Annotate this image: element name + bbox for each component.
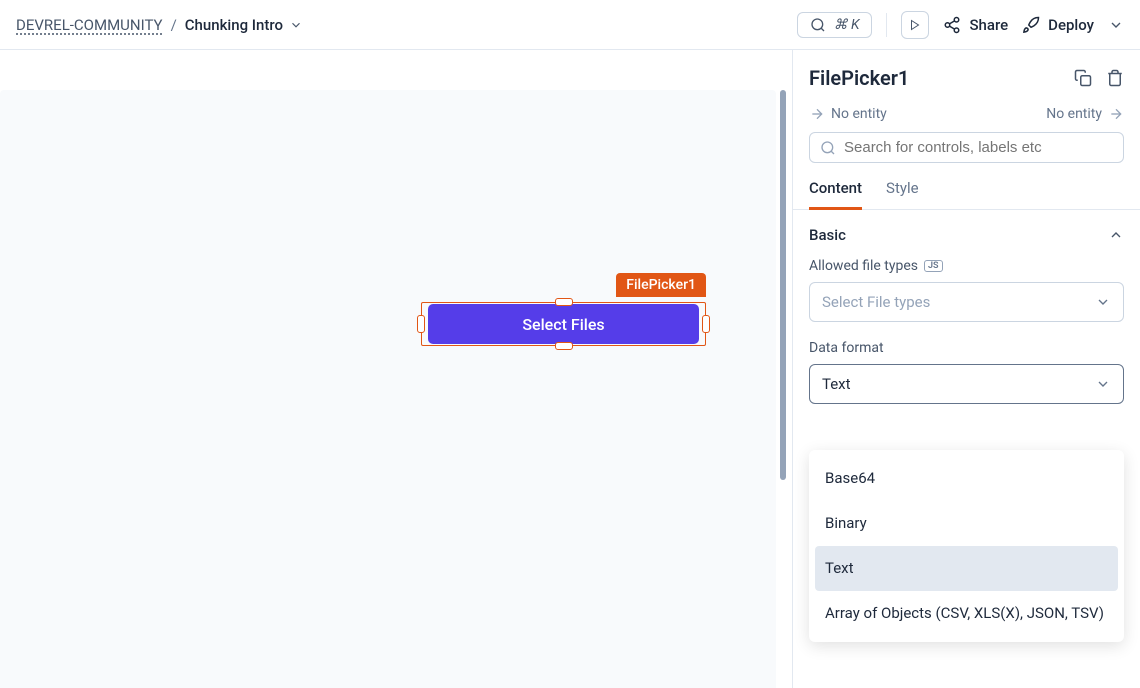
filepicker-widget[interactable]: FilePicker1 Select Files xyxy=(421,302,706,346)
arrow-right-icon xyxy=(809,106,825,122)
tab-content[interactable]: Content xyxy=(809,179,862,210)
play-icon xyxy=(909,19,921,31)
arrow-right-icon xyxy=(1108,106,1124,122)
data-format-value: Text xyxy=(822,375,851,393)
run-button[interactable] xyxy=(901,11,929,39)
canvas[interactable]: FilePicker1 Select Files xyxy=(0,50,792,688)
panel-search[interactable] xyxy=(809,132,1124,163)
header-bar: DEVREL-COMMUNITY / Chunking Intro ⌘ K Sh… xyxy=(0,0,1140,50)
chevron-down-icon xyxy=(1095,376,1111,392)
next-entity-label: No entity xyxy=(1046,106,1102,122)
copy-icon[interactable] xyxy=(1074,69,1092,87)
divider xyxy=(886,13,887,37)
breadcrumb: DEVREL-COMMUNITY / Chunking Intro xyxy=(16,16,303,34)
share-icon xyxy=(943,16,961,34)
dropdown-option-binary[interactable]: Binary xyxy=(815,501,1118,546)
page-title-dropdown[interactable]: Chunking Intro xyxy=(185,16,303,34)
select-files-button[interactable]: Select Files xyxy=(428,304,699,344)
js-badge[interactable]: JS xyxy=(924,260,943,272)
share-button[interactable]: Share xyxy=(943,16,1008,34)
header-actions: ⌘ K Share Deploy xyxy=(797,11,1125,39)
chevron-down-icon[interactable] xyxy=(1108,17,1124,33)
dropdown-option-base64[interactable]: Base64 xyxy=(815,456,1118,501)
resize-handle-left[interactable] xyxy=(417,315,425,333)
panel-title[interactable]: FilePicker1 xyxy=(809,66,909,90)
data-format-dropdown: Base64 Binary Text Array of Objects (CSV… xyxy=(809,450,1124,642)
section-basic-label: Basic xyxy=(809,226,846,244)
properties-panel: FilePicker1 No entity No entity Content … xyxy=(792,50,1140,688)
widget-tag[interactable]: FilePicker1 xyxy=(616,273,706,297)
scrollbar[interactable] xyxy=(780,90,786,480)
page-title: Chunking Intro xyxy=(185,16,283,34)
search-shortcut-label: ⌘ K xyxy=(834,17,860,33)
chevron-up-icon xyxy=(1108,227,1124,243)
canvas-frame xyxy=(0,90,776,688)
deploy-label: Deploy xyxy=(1048,16,1094,34)
search-icon xyxy=(810,17,826,33)
search-icon xyxy=(820,140,836,156)
dropdown-option-text[interactable]: Text xyxy=(815,546,1118,591)
prev-entity-link[interactable]: No entity xyxy=(809,106,887,122)
dropdown-option-array[interactable]: Array of Objects (CSV, XLS(X), JSON, TSV… xyxy=(815,591,1118,636)
workspace-link[interactable]: DEVREL-COMMUNITY xyxy=(16,16,163,34)
tab-style[interactable]: Style xyxy=(886,179,919,209)
chevron-down-icon xyxy=(1095,294,1111,310)
rocket-icon xyxy=(1022,16,1040,34)
allowed-file-types-value: Select File types xyxy=(822,293,930,311)
deploy-button[interactable]: Deploy xyxy=(1022,16,1094,34)
data-format-label: Data format xyxy=(809,340,884,356)
section-basic[interactable]: Basic xyxy=(809,226,1124,244)
resize-handle-right[interactable] xyxy=(702,315,710,333)
data-format-select[interactable]: Text xyxy=(809,364,1124,404)
next-entity-link[interactable]: No entity xyxy=(1046,106,1124,122)
trash-icon[interactable] xyxy=(1106,69,1124,87)
resize-handle-bottom[interactable] xyxy=(555,342,573,350)
panel-search-input[interactable] xyxy=(844,139,1113,156)
chevron-down-icon xyxy=(289,18,303,32)
allowed-file-types-label: Allowed file types xyxy=(809,258,918,274)
search-button[interactable]: ⌘ K xyxy=(797,12,873,38)
prev-entity-label: No entity xyxy=(831,106,887,122)
allowed-file-types-select[interactable]: Select File types xyxy=(809,282,1124,322)
share-label: Share xyxy=(969,16,1008,34)
breadcrumb-separator: / xyxy=(171,16,177,34)
resize-handle-top[interactable] xyxy=(555,298,573,306)
